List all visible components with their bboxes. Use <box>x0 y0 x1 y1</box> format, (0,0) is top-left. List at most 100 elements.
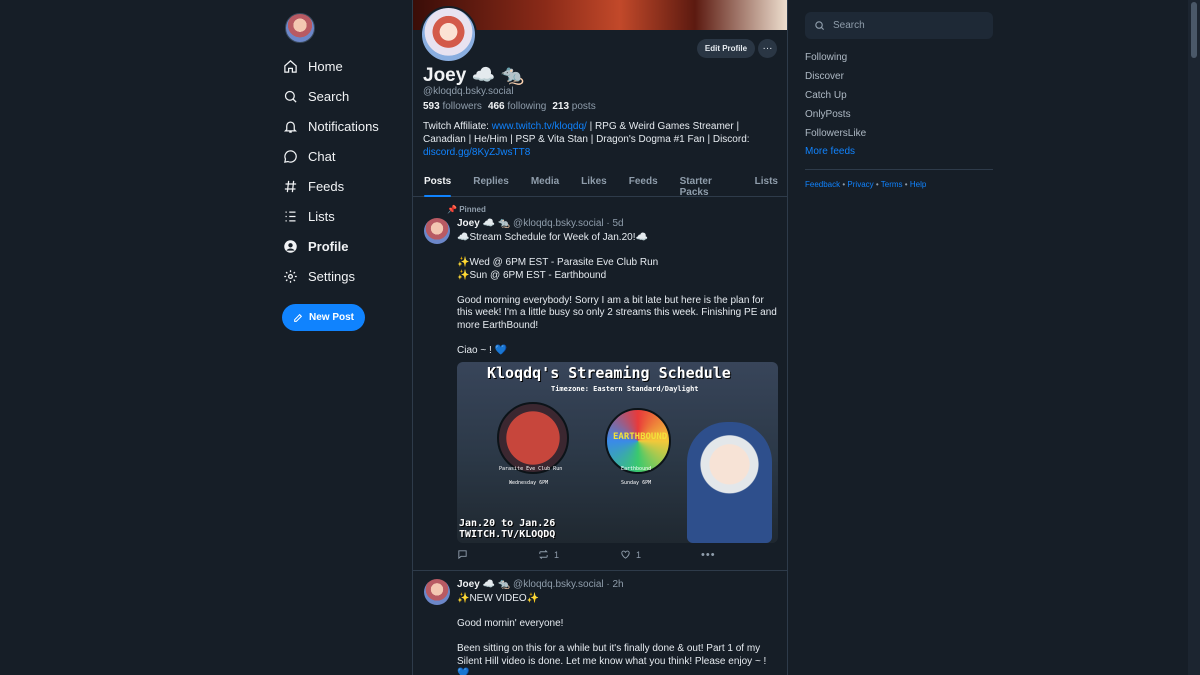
nav-notifications-label: Notifications <box>308 118 379 134</box>
tab-feeds[interactable]: Feeds <box>618 172 669 197</box>
new-post-button[interactable]: New Post <box>282 304 365 331</box>
post2-time[interactable]: · 2h <box>606 579 623 590</box>
list-icon <box>282 208 298 224</box>
nav-settings[interactable]: Settings <box>282 264 355 288</box>
tab-starter-packs[interactable]: Starter Packs <box>669 172 744 198</box>
posts-stat: 213 posts <box>552 101 595 112</box>
reply-icon <box>457 549 468 560</box>
nav-search-label: Search <box>308 88 350 104</box>
pin-icon: 📌 <box>447 205 457 214</box>
post1-line: ✨Sun @ 6PM EST - Earthbound <box>457 269 607 281</box>
footer-privacy[interactable]: Privacy <box>847 180 873 189</box>
chat-icon <box>282 148 298 164</box>
tab-media[interactable]: Media <box>520 172 570 197</box>
post2-line <box>457 606 777 619</box>
post1-header: Joey ☁️ 🐀 @kloqdq.bsky.social · 5d <box>457 218 624 229</box>
image-dates: Jan.20 to Jan.26 TWITCH.TV/KLOQDQ <box>459 518 555 540</box>
image-date-range: Jan.20 to Jan.26 <box>459 518 556 529</box>
nav-search[interactable]: Search <box>282 84 349 108</box>
post1-line: ☁️Stream Schedule for Week of Jan.20!☁️ <box>457 232 648 243</box>
image-subtitle: Timezone: Eastern Standard/Daylight <box>551 385 699 393</box>
footer-terms[interactable]: Terms <box>881 180 903 189</box>
feed-link-following[interactable]: Following <box>805 52 847 63</box>
post2-avatar[interactable] <box>424 579 450 605</box>
nav-profile[interactable]: Profile <box>282 234 348 258</box>
post1-line <box>457 332 777 345</box>
post1-actions: 1 1 ••• <box>457 549 777 563</box>
feed-link-onlyposts[interactable]: OnlyPosts <box>805 109 851 120</box>
app-root: Home Search Notifications Chat Feeds Lis… <box>0 0 1200 675</box>
repost-button[interactable]: 1 <box>538 549 559 560</box>
post2-author[interactable]: Joey ☁️ 🐀 <box>457 579 510 590</box>
post2-line: Good mornin' everyone! <box>457 618 564 629</box>
nav-home[interactable]: Home <box>282 54 343 78</box>
search-icon <box>282 88 298 104</box>
nav-chat[interactable]: Chat <box>282 144 335 168</box>
nav-home-label: Home <box>308 58 343 74</box>
post1-line: ✨Wed @ 6PM EST - Parasite Eve Club Run <box>457 257 659 268</box>
page-scrollbar[interactable] <box>1188 0 1200 675</box>
game2-label: Earthbound <box>621 466 652 472</box>
post1-line: Ciao ~ ! 💙 <box>457 344 507 356</box>
parasite-eve-art <box>497 402 569 474</box>
bio-discord-link[interactable]: discord.gg/8KyZJwsTT8 <box>423 147 530 158</box>
footer-help[interactable]: Help <box>910 180 926 189</box>
repost-count: 1 <box>554 549 560 560</box>
following-stat[interactable]: 466 following <box>488 101 546 112</box>
nav-notifications[interactable]: Notifications <box>282 114 379 138</box>
footer-separator: • <box>875 180 879 189</box>
post-more-button[interactable]: ••• <box>701 549 716 561</box>
earthbound-logo: EARTHBOUND <box>613 432 668 442</box>
post2-line: ✨NEW VIDEO✨ <box>457 593 540 604</box>
compose-icon <box>293 313 303 323</box>
profile-handle: @kloqdq.bsky.social <box>423 86 514 97</box>
footer-feedback[interactable]: Feedback <box>805 180 840 189</box>
following-count: 466 <box>487 101 505 112</box>
profile-tabs: Posts Replies Media Likes Feeds Starter … <box>413 172 787 198</box>
feed-link-followerslike[interactable]: FollowersLike <box>805 128 866 139</box>
tab-lists[interactable]: Lists <box>744 172 787 197</box>
nav-avatar[interactable] <box>285 13 315 43</box>
search-icon <box>814 20 825 31</box>
profile-column: Edit Profile ··· Joey ☁️ 🐀 @kloqdq.bsky.… <box>412 0 788 675</box>
reply-button[interactable] <box>457 549 468 560</box>
followers-label: followers <box>442 101 482 112</box>
more-feeds-link[interactable]: More feeds <box>805 146 855 157</box>
followers-stat[interactable]: 593 followers <box>423 101 482 112</box>
post2-line: 💙 <box>457 668 470 675</box>
tab-posts[interactable]: Posts <box>413 172 462 197</box>
post1-image[interactable]: Kloqdq's Streaming Schedule Timezone: Ea… <box>457 362 778 543</box>
pinned-label: 📌 Pinned <box>447 205 486 214</box>
post1-handle[interactable]: @kloqdq.bsky.social <box>513 218 604 229</box>
nav-lists[interactable]: Lists <box>282 204 335 228</box>
home-icon <box>282 58 298 74</box>
feed-link-catch-up[interactable]: Catch Up <box>805 90 847 101</box>
game1-label: Parasite Eve Club Run <box>499 466 563 472</box>
bio-twitch-link[interactable]: www.twitch.tv/kloqdq/ <box>492 121 587 132</box>
post2-header: Joey ☁️ 🐀 @kloqdq.bsky.social · 2h <box>457 579 624 590</box>
like-button[interactable]: 1 <box>620 549 641 560</box>
like-count: 1 <box>636 549 642 560</box>
post1-author[interactable]: Joey ☁️ 🐀 <box>457 218 510 229</box>
posts-count: 213 <box>552 101 570 112</box>
more-options-button[interactable]: ··· <box>758 39 777 58</box>
game2-time: Sunday 6PM <box>621 480 652 486</box>
tab-likes[interactable]: Likes <box>570 172 618 197</box>
post1-time[interactable]: · 5d <box>606 218 623 229</box>
feed-link-discover[interactable]: Discover <box>805 71 844 82</box>
tab-replies[interactable]: Replies <box>462 172 520 197</box>
footer-separator: • <box>904 180 908 189</box>
scrollbar-thumb[interactable] <box>1191 2 1197 58</box>
edit-profile-button[interactable]: Edit Profile <box>697 39 755 58</box>
character-art <box>687 422 772 543</box>
repost-icon <box>538 549 549 560</box>
search-input[interactable]: Search <box>805 12 993 39</box>
post1-line: Good morning everybody! Sorry I am a bit… <box>457 294 777 331</box>
sidebar-divider <box>805 169 993 170</box>
post2-handle[interactable]: @kloqdq.bsky.social <box>513 579 604 590</box>
display-name: Joey ☁️ 🐀 <box>423 65 525 86</box>
nav-feeds[interactable]: Feeds <box>282 174 344 198</box>
post2-line: Been sitting on this for a while but it'… <box>457 643 767 667</box>
profile-avatar[interactable] <box>420 6 477 63</box>
post1-avatar[interactable] <box>424 218 450 244</box>
